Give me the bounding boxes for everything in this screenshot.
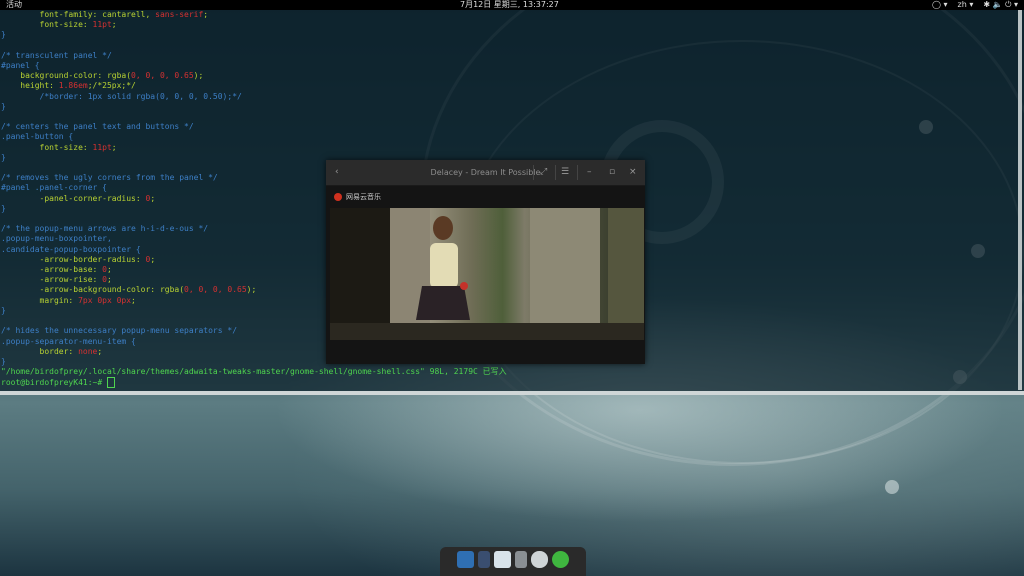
cloud-icon[interactable] xyxy=(531,551,548,568)
top-bar: 活动 7月12日 星期三, 13:37:27 ◯ ▾ zh ▾ ✱ 🔈 ⏻ ▾ xyxy=(0,0,1024,10)
menu-icon[interactable]: ☰ xyxy=(561,160,569,185)
titlebar-separator xyxy=(533,165,534,180)
close-icon[interactable]: × xyxy=(629,160,637,185)
activities-button[interactable]: 活动 xyxy=(6,0,22,10)
music-player-window[interactable]: ‹ Delacey - Dream It Possible ⤢ ☰ – ▫ × … xyxy=(326,160,645,364)
document-icon[interactable] xyxy=(494,551,511,568)
clock[interactable]: 7月12日 星期三, 13:37:27 xyxy=(460,0,559,10)
terminal-cursor xyxy=(106,377,115,389)
trash-icon[interactable] xyxy=(515,551,527,568)
system-tray: ◯ ▾ zh ▾ ✱ 🔈 ⏻ ▾ xyxy=(932,0,1018,10)
video-scene xyxy=(330,208,644,340)
vim-status-line: "/home/birdofprey/.local/share/themes/ad… xyxy=(1,367,507,377)
now-playing: 网易云音乐 xyxy=(334,192,381,202)
maximize-icon[interactable]: ▫ xyxy=(609,160,615,185)
terminal-bottom-border xyxy=(0,391,1024,395)
system-menu[interactable]: ✱ 🔈 ⏻ ▾ xyxy=(983,0,1018,10)
input-method-selector[interactable]: zh ▾ xyxy=(958,0,974,10)
dock xyxy=(440,547,586,576)
status-indicator[interactable]: ◯ ▾ xyxy=(932,0,948,10)
fullscreen-icon[interactable]: ⤢ xyxy=(540,160,547,185)
titlebar-separator xyxy=(577,165,578,180)
shell-prompt: root@birdofpreyK41:~# xyxy=(1,378,107,388)
player-titlebar[interactable]: ‹ Delacey - Dream It Possible ⤢ ☰ – ▫ × xyxy=(326,160,645,186)
wallpaper-bubble xyxy=(885,480,899,494)
video-frame[interactable] xyxy=(330,208,644,340)
terminal-scrollbar[interactable] xyxy=(1018,10,1022,390)
netease-music-icon xyxy=(334,193,342,201)
app-icon[interactable] xyxy=(478,551,490,568)
anchor-icon[interactable] xyxy=(457,551,474,568)
minimize-icon[interactable]: – xyxy=(587,160,592,185)
player-title: Delacey - Dream It Possible xyxy=(430,168,541,177)
titlebar-separator xyxy=(555,165,556,180)
green-app-icon[interactable] xyxy=(552,551,569,568)
now-playing-label: 网易云音乐 xyxy=(346,193,381,201)
